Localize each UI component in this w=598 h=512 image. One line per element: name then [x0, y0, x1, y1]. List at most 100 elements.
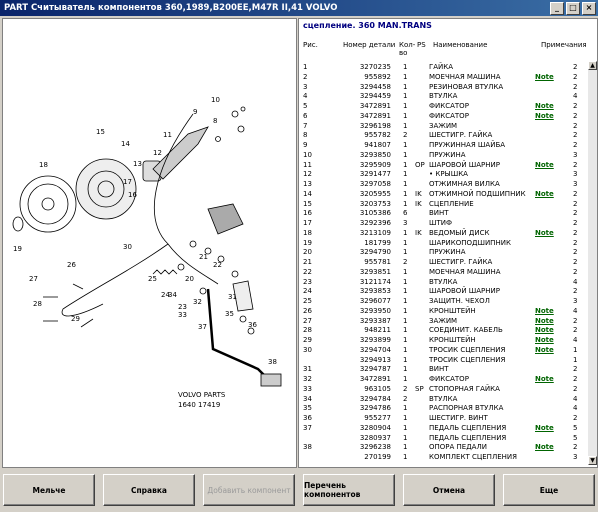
- callout-31[interactable]: 31: [228, 293, 237, 301]
- close-icon[interactable]: ×: [582, 2, 596, 15]
- more-button[interactable]: Еще: [503, 474, 595, 506]
- table-row[interactable]: 22 3293851 1 МОЕЧНАЯ МАШИНА 2: [299, 267, 587, 277]
- note-link[interactable]: Note: [535, 111, 554, 121]
- table-row[interactable]: 30 3294704 1 ТРОСИК СЦЕПЛЕНИЯ Note 1: [299, 345, 587, 355]
- minimize-button[interactable]: _: [550, 2, 564, 15]
- table-row[interactable]: 14 3205955 1 IK ОТЖИМНОЙ ПОДШИПНИК Note 2: [299, 189, 587, 199]
- table-row[interactable]: 37 3280904 1 ПЕДАЛЬ СЦЕПЛЕНИЯ Note 5: [299, 423, 587, 433]
- note-link[interactable]: Note: [535, 442, 554, 452]
- smaller-button[interactable]: Мельче: [3, 474, 95, 506]
- table-row[interactable]: 18 3213109 1 IK ВЕДОМЫЙ ДИСК Note 2: [299, 228, 587, 238]
- table-row[interactable]: 13 3297058 1 ОТЖИМНАЯ ВИЛКА 3: [299, 179, 587, 189]
- cancel-button[interactable]: Отмена: [403, 474, 495, 506]
- callout-33[interactable]: 33: [178, 311, 187, 319]
- table-row[interactable]: 9 941807 1 ПРУЖИННАЯ ШАЙБА 2: [299, 140, 587, 150]
- callout-38[interactable]: 38: [268, 358, 277, 366]
- callout-21[interactable]: 21: [199, 253, 208, 261]
- callout-26[interactable]: 26: [67, 261, 76, 269]
- callout-9[interactable]: 9: [193, 108, 197, 116]
- table-row[interactable]: 35 3294786 1 РАСПОРНАЯ ВТУЛКА 4: [299, 403, 587, 413]
- callout-17[interactable]: 17: [123, 178, 132, 186]
- note-link[interactable]: Note: [535, 160, 554, 170]
- table-row[interactable]: 3294913 1 ТРОСИК СЦЕПЛЕНИЯ 1: [299, 355, 587, 365]
- table-row[interactable]: 12 3291477 1 • КРЫШКА 3: [299, 169, 587, 179]
- vertical-scrollbar[interactable]: ▲ ▼: [588, 61, 597, 465]
- callout-12[interactable]: 12: [153, 149, 162, 157]
- callout-11[interactable]: 11: [163, 131, 172, 139]
- table-row[interactable]: 33 963105 2 SP СТОПОРНАЯ ГАЙКА 2: [299, 384, 587, 394]
- table-row[interactable]: 38 3296238 1 ОПОРА ПЕДАЛИ Note 2: [299, 442, 587, 452]
- callout-10[interactable]: 10: [211, 96, 220, 104]
- table-row[interactable]: 28 948211 1 СОЕДИНИТ. КАБЕЛЬ Note 2: [299, 325, 587, 335]
- callout-32[interactable]: 32: [193, 298, 202, 306]
- table-row[interactable]: 3280937 1 ПЕДАЛЬ СЦЕПЛЕНИЯ 5: [299, 433, 587, 443]
- callout-18[interactable]: 18: [39, 161, 48, 169]
- table-row[interactable]: 2 955892 1 МОЕЧНАЯ МАШИНА Note 2: [299, 72, 587, 82]
- table-row[interactable]: 10 3293850 1 ПРУЖИНА 3: [299, 150, 587, 160]
- callout-28[interactable]: 28: [33, 300, 42, 308]
- table-row[interactable]: 19 181799 1 ШАРИКОПОДШИПНИК 2: [299, 238, 587, 248]
- table-row[interactable]: 11 3295909 1 OP ШАРОВОЙ ШАРНИР Note 2: [299, 160, 587, 170]
- callout-15[interactable]: 15: [96, 128, 105, 136]
- callout-20[interactable]: 20: [185, 275, 194, 283]
- callout-36[interactable]: 36: [248, 321, 257, 329]
- callout-14[interactable]: 14: [121, 140, 130, 148]
- table-row[interactable]: 4 3294459 1 ВТУЛКА 4: [299, 91, 587, 101]
- scroll-down-icon[interactable]: ▼: [588, 456, 597, 465]
- callout-16[interactable]: 16: [128, 191, 137, 199]
- table-row[interactable]: 24 3293853 1 ШАРОВОЙ ШАРНИР 2: [299, 286, 587, 296]
- component-list-button[interactable]: Перечень компонентов: [303, 474, 395, 506]
- callout-37[interactable]: 37: [198, 323, 207, 331]
- table-row[interactable]: 27 3293387 1 ЗАЖИМ Note 2: [299, 316, 587, 326]
- table-row[interactable]: 1 3270235 1 ГАЙКА 2: [299, 62, 587, 72]
- maximize-button[interactable]: □: [566, 2, 580, 15]
- exploded-diagram[interactable]: 10 9 8 11 12 15 14 13 17 16 18 19 20 21 …: [2, 18, 297, 468]
- callout-13[interactable]: 13: [133, 160, 142, 168]
- callout-29[interactable]: 29: [71, 315, 80, 323]
- note-link[interactable]: Note: [535, 335, 554, 345]
- note-link[interactable]: Note: [535, 325, 554, 335]
- table-row[interactable]: 20 3294790 1 ПРУЖИНА 2: [299, 247, 587, 257]
- table-row[interactable]: 7 3296198 1 ЗАЖИМ 2: [299, 121, 587, 131]
- table-row[interactable]: 23 3121174 1 ВТУЛКА 4: [299, 277, 587, 287]
- table-row[interactable]: 31 3294787 1 ВИНТ 2: [299, 364, 587, 374]
- callout-23[interactable]: 23: [178, 303, 187, 311]
- callout-35[interactable]: 35: [225, 310, 234, 318]
- table-row[interactable]: 8 955782 2 ШЕСТИГР. ГАЙКА 2: [299, 130, 587, 140]
- callout-22[interactable]: 22: [213, 261, 222, 269]
- table-row[interactable]: 6 3472891 1 ФИКСАТОР Note 2: [299, 111, 587, 121]
- note-link[interactable]: Note: [535, 423, 554, 433]
- table-row[interactable]: 29 3293899 1 КРОНШТЕЙН Note 4: [299, 335, 587, 345]
- callout-19[interactable]: 19: [13, 245, 22, 253]
- note-link[interactable]: Note: [535, 228, 554, 238]
- callout-30[interactable]: 30: [123, 243, 132, 251]
- cell-ref: 9: [303, 141, 308, 149]
- table-row[interactable]: 5 3472891 1 ФИКСАТОР Note 2: [299, 101, 587, 111]
- cell-name: ОПОРА ПЕДАЛИ: [429, 443, 487, 452]
- table-row[interactable]: 34 3294784 2 ВТУЛКА 4: [299, 394, 587, 404]
- note-link[interactable]: Note: [535, 72, 554, 82]
- note-link[interactable]: Note: [535, 306, 554, 316]
- table-row[interactable]: 16 3105386 6 ВИНТ 2: [299, 208, 587, 218]
- note-link[interactable]: Note: [535, 101, 554, 111]
- note-link[interactable]: Note: [535, 316, 554, 326]
- table-row[interactable]: 32 3472891 1 ФИКСАТОР Note 2: [299, 374, 587, 384]
- callout-34[interactable]: 34: [168, 291, 177, 299]
- note-link[interactable]: Note: [535, 345, 554, 355]
- add-component-button[interactable]: Добавить компонент: [203, 474, 295, 506]
- callout-8[interactable]: 8: [213, 117, 217, 125]
- callout-25[interactable]: 25: [148, 275, 157, 283]
- table-row[interactable]: 270199 1 КОМПЛЕКТ СЦЕПЛЕНИЯ 3: [299, 452, 587, 462]
- table-row[interactable]: 25 3296077 1 ЗАЩИТН. ЧЕХОЛ 3: [299, 296, 587, 306]
- scroll-up-icon[interactable]: ▲: [588, 61, 597, 70]
- help-button[interactable]: Справка: [103, 474, 195, 506]
- note-link[interactable]: Note: [535, 374, 554, 384]
- table-row[interactable]: 36 955277 1 ШЕСТИГР. ВИНТ 2: [299, 413, 587, 423]
- callout-27[interactable]: 27: [29, 275, 38, 283]
- table-row[interactable]: 15 3203753 1 IK СЦЕПЛЕНИЕ 2: [299, 199, 587, 209]
- table-row[interactable]: 26 3293950 1 КРОНШТЕЙН Note 4: [299, 306, 587, 316]
- table-row[interactable]: 21 955781 2 ШЕСТИГР. ГАЙКА 2: [299, 257, 587, 267]
- table-row[interactable]: 3 3294458 1 РЕЗИНОВАЯ ВТУЛКА 2: [299, 82, 587, 92]
- table-row[interactable]: 17 3292396 3 ШТИФ 2: [299, 218, 587, 228]
- note-link[interactable]: Note: [535, 189, 554, 199]
